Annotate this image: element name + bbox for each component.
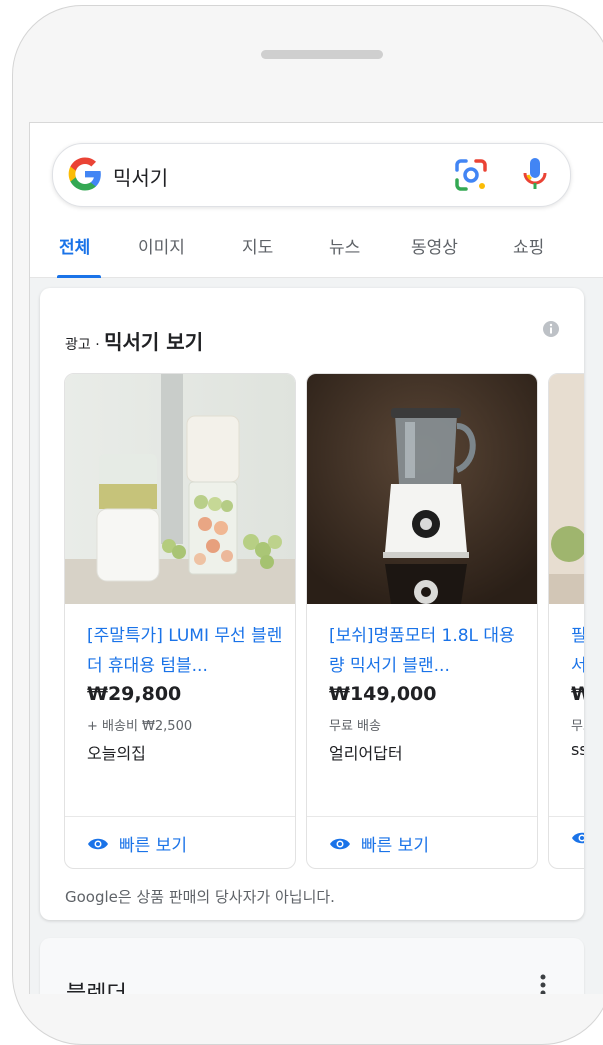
product-image-partial[interactable] bbox=[549, 374, 584, 604]
product-card[interactable]: [보쉬]명품모터 1.8L 대용량 믹서기 블랜... ₩149,000 무료 … bbox=[306, 373, 538, 869]
product-shipping: + 배송비 ₩2,500 bbox=[87, 719, 193, 734]
search-bar[interactable]: 믹서기 bbox=[52, 143, 571, 207]
shopping-ads-card: 광고 · 믹서기 보기 [주말특가] LUMI 무선 블렌더 휴대용 텀블...… bbox=[40, 288, 584, 920]
phone-speaker bbox=[261, 50, 383, 59]
product-card[interactable]: [주말특가] LUMI 무선 블렌더 휴대용 텀블... ₩29,800 + 배… bbox=[64, 373, 296, 869]
microphone-icon[interactable] bbox=[517, 155, 553, 195]
related-card[interactable]: 블렌더 bbox=[40, 938, 584, 994]
product-title[interactable]: [보쉬]명품모터 1.8L 대용량 믹서기 블랜... bbox=[329, 621, 529, 681]
eye-icon bbox=[88, 838, 108, 849]
product-title[interactable]: [주말특가] LUMI 무선 블렌더 휴대용 텀블... bbox=[87, 621, 287, 681]
tab-maps[interactable]: 지도 bbox=[242, 233, 273, 258]
product-store: 오늘의집 bbox=[87, 744, 146, 763]
eye-icon bbox=[330, 838, 350, 849]
product-store: 얼리어답터 bbox=[329, 744, 403, 763]
tab-videos[interactable]: 동영상 bbox=[411, 233, 458, 258]
divider bbox=[307, 816, 537, 817]
more-vert-icon[interactable] bbox=[540, 974, 546, 994]
quick-view-label: 빠른 보기 bbox=[119, 836, 187, 856]
tab-shopping[interactable]: 쇼핑 bbox=[513, 233, 544, 258]
quick-view-label: 빠른 보기 bbox=[361, 836, 429, 856]
product-image-portable-blender[interactable] bbox=[65, 374, 295, 604]
ad-label: 광고 · bbox=[65, 337, 105, 353]
google-lens-icon[interactable] bbox=[453, 157, 489, 193]
product-shipping: 무료 bbox=[571, 719, 584, 734]
quick-view-button[interactable]: 빠른 보기 bbox=[329, 831, 429, 856]
divider bbox=[549, 816, 584, 817]
divider bbox=[65, 816, 295, 817]
product-price: ₩29,800 bbox=[87, 683, 182, 705]
search-tabs: 전체 이미지 지도 뉴스 동영상 쇼핑 bbox=[30, 221, 603, 278]
product-card[interactable]: 필터 서가 ₩: 무료 ss bbox=[548, 373, 584, 869]
ads-header: 광고 · 믹서기 보기 bbox=[65, 326, 203, 355]
ads-disclaimer: Google은 상품 판매의 당사자가 아닙니다. bbox=[65, 888, 335, 906]
tab-all[interactable]: 전체 bbox=[59, 233, 90, 258]
product-shipping: 무료 배송 bbox=[329, 719, 381, 734]
info-icon[interactable] bbox=[542, 320, 560, 338]
product-image-bosch-blender[interactable] bbox=[307, 374, 537, 604]
product-title[interactable]: 필터 서가 bbox=[571, 621, 584, 681]
eye-icon bbox=[572, 832, 584, 844]
product-price: ₩149,000 bbox=[329, 683, 437, 705]
quick-view-button[interactable]: 빠른 보기 bbox=[87, 831, 187, 856]
google-logo-icon[interactable] bbox=[67, 156, 103, 192]
search-query-text[interactable]: 믹서기 bbox=[113, 162, 168, 191]
browser-screen: 믹서기 전체 이미지 지도 뉴스 동영상 쇼핑 광고 · 믹서기 보기 [주말특… bbox=[29, 122, 603, 994]
ads-title: 믹서기 보기 bbox=[104, 330, 204, 354]
tab-news[interactable]: 뉴스 bbox=[329, 233, 360, 258]
quick-view-button[interactable] bbox=[571, 831, 584, 845]
related-card-title[interactable]: 블렌더 bbox=[66, 976, 127, 994]
product-price: ₩: bbox=[571, 683, 584, 705]
tab-images[interactable]: 이미지 bbox=[138, 233, 185, 258]
product-store: ss bbox=[571, 740, 584, 759]
